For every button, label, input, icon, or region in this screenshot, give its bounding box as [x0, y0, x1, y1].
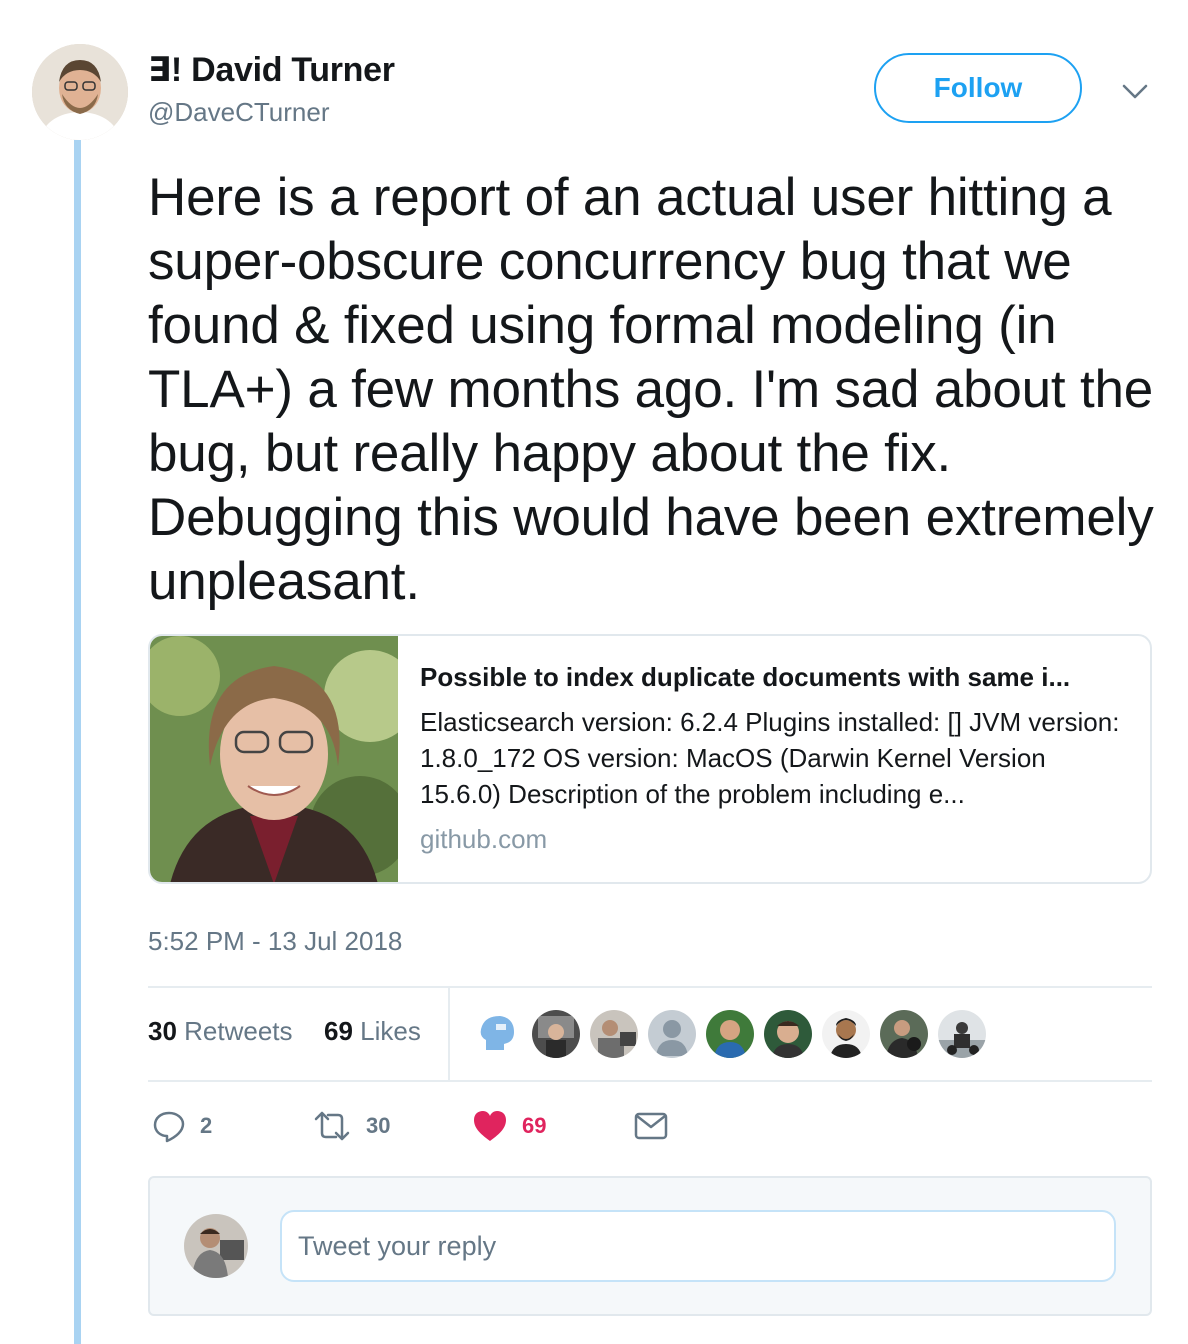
card-title: Possible to index duplicate documents wi… — [420, 662, 1071, 692]
liker-avatar[interactable] — [474, 1010, 522, 1058]
likes-stat[interactable]: 69 Likes — [324, 1016, 421, 1047]
retweet-icon — [314, 1111, 350, 1141]
author-name[interactable]: ∃! David Turner — [148, 50, 395, 90]
stats-bottom-divider — [148, 1080, 1152, 1082]
stats-separator — [448, 988, 450, 1080]
likes-count: 69 — [324, 1016, 353, 1046]
like-action[interactable]: 69 — [472, 1106, 546, 1146]
liker-avatar[interactable] — [764, 1010, 812, 1058]
envelope-icon — [634, 1112, 668, 1140]
reply-icon — [153, 1111, 185, 1143]
liker-avatar[interactable] — [880, 1010, 928, 1058]
liker-avatar[interactable] — [706, 1010, 754, 1058]
heart-icon — [474, 1111, 506, 1141]
liker-avatar[interactable] — [938, 1010, 986, 1058]
retweet-count: 30 — [366, 1113, 391, 1138]
retweets-count: 30 — [148, 1016, 177, 1046]
thread-line — [74, 140, 81, 1344]
stats-top-divider — [148, 986, 1152, 988]
liker-avatar[interactable] — [648, 1010, 696, 1058]
retweets-label: Retweets — [176, 1016, 293, 1046]
reply-count: 2 — [200, 1113, 213, 1138]
retweet-action[interactable]: 30 — [312, 1106, 390, 1146]
follow-button[interactable]: Follow — [874, 53, 1082, 123]
card-thumbnail — [150, 636, 398, 882]
link-card[interactable]: Possible to index duplicate documents wi… — [148, 634, 1152, 884]
liker-avatar[interactable] — [822, 1010, 870, 1058]
tweet-text: Here is a report of an actual user hitti… — [148, 168, 1154, 611]
liker-avatar[interactable] — [532, 1010, 580, 1058]
tweet-timestamp[interactable]: 5:52 PM - 13 Jul 2018 — [148, 926, 402, 957]
reply-composer — [148, 1176, 1152, 1316]
liker-avatar[interactable] — [590, 1010, 638, 1058]
reply-input[interactable] — [280, 1210, 1116, 1282]
chevron-down-icon[interactable] — [1118, 78, 1152, 106]
card-domain: github.com — [420, 824, 548, 854]
like-count: 69 — [522, 1113, 547, 1138]
reply-action[interactable]: 2 — [152, 1106, 212, 1146]
user-avatar[interactable] — [184, 1214, 248, 1278]
likes-label: Likes — [352, 1016, 421, 1046]
retweets-stat[interactable]: 30 Retweets — [148, 1016, 293, 1047]
author-handle[interactable]: @DaveCTurner — [148, 97, 329, 128]
card-description: Elasticsearch version: 6.2.4 Plugins ins… — [420, 707, 1120, 809]
direct-message-action[interactable] — [634, 1106, 668, 1146]
author-avatar[interactable] — [32, 44, 128, 140]
